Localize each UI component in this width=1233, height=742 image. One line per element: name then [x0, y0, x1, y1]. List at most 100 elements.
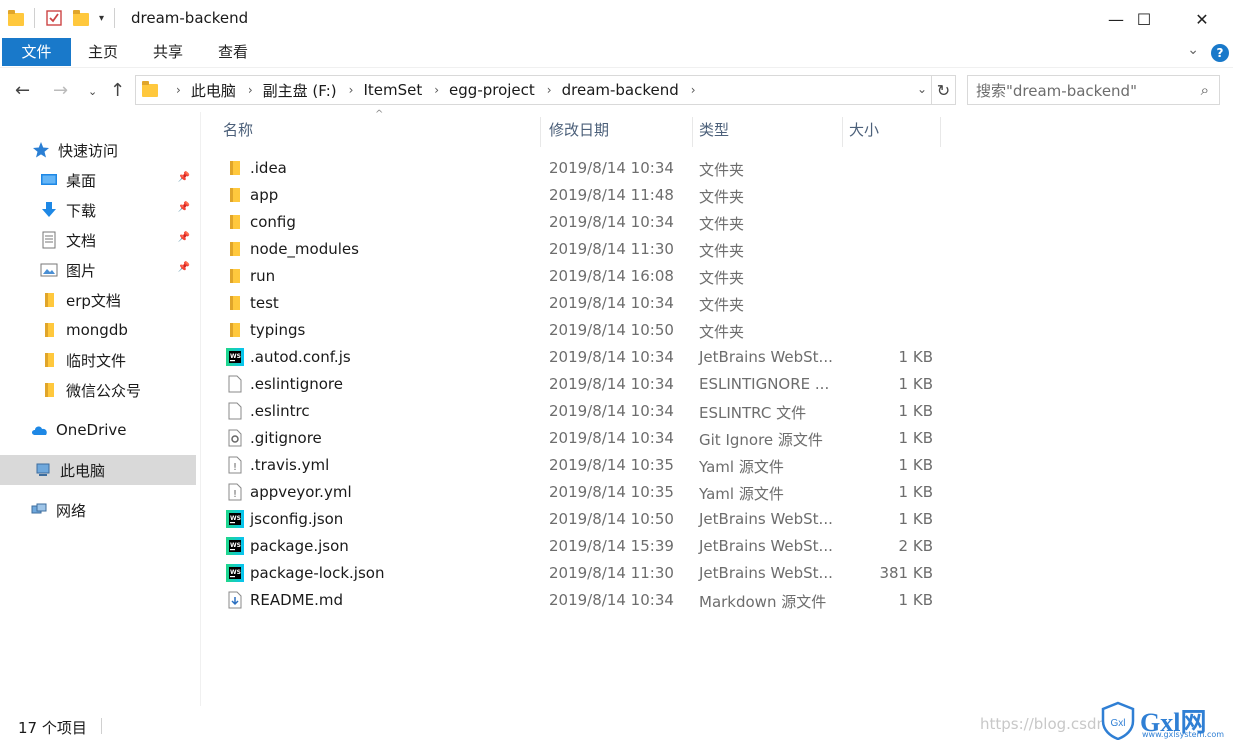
file-size: 381 KB — [879, 564, 933, 582]
back-arrow-icon[interactable]: ← — [15, 80, 30, 101]
file-row[interactable]: .idea 2019/8/14 10:34 文件夹 — [221, 155, 1141, 182]
file-type: Markdown 源文件 — [699, 593, 827, 611]
file-row[interactable]: ! appveyor.yml 2019/8/14 10:35 Yaml 源文件 1 KB — [221, 479, 1141, 506]
file-row[interactable]: run 2019/8/14 16:08 文件夹 — [221, 263, 1141, 290]
file-row[interactable]: ! .travis.yml 2019/8/14 10:35 Yaml 源文件 1 KB — [221, 452, 1141, 479]
sidebar-item[interactable]: 下载 📌 — [0, 195, 196, 225]
breadcrumb-chevron-icon[interactable]: › — [176, 83, 181, 97]
tab-home[interactable]: 主页 — [78, 38, 128, 66]
shield-icon: Gxl — [1101, 701, 1135, 740]
file-row[interactable]: WS jsconfig.json 2019/8/14 10:50 JetBrains … — [221, 506, 1141, 533]
svg-text:!: ! — [233, 462, 237, 473]
sidebar-item[interactable]: OneDrive — [0, 415, 196, 445]
divider — [34, 8, 35, 28]
recent-locations-icon[interactable]: ⌄ — [88, 85, 97, 98]
tab-file[interactable]: 文件 — [2, 38, 71, 66]
refresh-button[interactable]: ↻ — [932, 75, 956, 105]
file-row[interactable]: WS .autod.conf.js 2019/8/14 10:34 JetBrains… — [221, 344, 1141, 371]
breadcrumb: › 此电脑 › 副主盘 (F:) › ItemSet › egg-project › dream-… — [164, 80, 706, 101]
qat-dropdown-icon[interactable]: ▾ — [99, 13, 104, 24]
properties-icon[interactable] — [45, 9, 63, 27]
breadcrumb-item[interactable]: egg-project — [449, 81, 535, 99]
file-row[interactable]: .eslintignore 2019/8/14 10:34 ESLINTIGNORE… — [221, 371, 1141, 398]
sidebar-item[interactable]: 临时文件 — [0, 345, 196, 375]
file-date: 2019/8/14 10:34 — [549, 213, 674, 231]
folder-icon — [40, 321, 58, 339]
sidebar-item[interactable]: 文档 📌 — [0, 225, 196, 255]
breadcrumb-item[interactable]: 此电脑 — [191, 80, 236, 101]
file-date: 2019/8/14 10:35 — [549, 483, 674, 501]
file-row[interactable]: test 2019/8/14 10:34 文件夹 — [221, 290, 1141, 317]
sidebar-item[interactable]: 桌面 📌 — [0, 165, 196, 195]
file-row[interactable]: node_modules 2019/8/14 11:30 文件夹 — [221, 236, 1141, 263]
file-date: 2019/8/14 10:34 — [549, 375, 674, 393]
help-icon[interactable]: ? — [1211, 44, 1229, 62]
file-type: 文件夹 — [699, 323, 745, 341]
file-date: 2019/8/14 10:50 — [549, 321, 674, 339]
sidebar-item[interactable]: erp文档 — [0, 285, 196, 315]
breadcrumb-chevron-icon[interactable]: › — [248, 83, 253, 97]
tab-share[interactable]: 共享 — [143, 38, 193, 66]
column-header-name[interactable]: 名称 — [217, 117, 541, 147]
file-row[interactable]: WS package.json 2019/8/14 15:39 JetBrains W… — [221, 533, 1141, 560]
breadcrumb-chevron-icon[interactable]: › — [349, 83, 354, 97]
search-placeholder: 搜索"dream-backend" — [976, 81, 1137, 100]
file-type: 文件夹 — [699, 296, 745, 314]
file-size: 1 KB — [898, 591, 933, 609]
sidebar-item[interactable]: 网络 — [0, 495, 196, 525]
column-header-size[interactable]: 大小 — [843, 117, 941, 147]
file-date: 2019/8/14 16:08 — [549, 267, 674, 285]
network-icon — [30, 501, 48, 519]
breadcrumb-chevron-icon[interactable]: › — [434, 83, 439, 97]
file-row[interactable]: app 2019/8/14 11:48 文件夹 — [221, 182, 1141, 209]
new-folder-icon[interactable] — [73, 10, 89, 26]
file-row[interactable]: config 2019/8/14 10:34 文件夹 — [221, 209, 1141, 236]
pin-icon[interactable]: 📌 — [178, 262, 190, 273]
sidebar-item-label: erp文档 — [66, 291, 121, 310]
file-row[interactable]: typings 2019/8/14 10:50 文件夹 — [221, 317, 1141, 344]
file-date: 2019/8/14 10:34 — [549, 159, 674, 177]
breadcrumb-item[interactable]: 副主盘 (F:) — [263, 80, 337, 101]
divider — [101, 718, 102, 734]
search-input[interactable]: 搜索"dream-backend" ⌕ — [967, 75, 1220, 105]
forward-arrow-icon[interactable]: → — [53, 80, 68, 101]
search-icon: ⌕ — [1200, 81, 1209, 99]
folder-icon — [40, 291, 58, 309]
address-bar[interactable]: › 此电脑 › 副主盘 (F:) › ItemSet › egg-project › dream-… — [135, 75, 932, 105]
address-dropdown-icon[interactable]: ⌄ — [917, 82, 927, 96]
folder-icon — [8, 10, 24, 26]
sidebar-item[interactable]: 图片 📌 — [0, 255, 196, 285]
tab-view[interactable]: 查看 — [208, 38, 258, 66]
folder-icon — [40, 381, 58, 399]
maximize-button[interactable]: ☐ — [1115, 0, 1173, 38]
sidebar-item-label: 临时文件 — [66, 351, 127, 370]
file-date: 2019/8/14 11:30 — [549, 564, 674, 582]
column-header-date[interactable]: 修改日期 — [543, 117, 693, 147]
sidebar-item[interactable]: 此电脑 — [0, 455, 196, 485]
file-size: 1 KB — [898, 483, 933, 501]
pin-icon[interactable]: 📌 — [178, 172, 190, 183]
sidebar-item[interactable]: 快速访问 — [0, 135, 196, 165]
sidebar-item-label: 网络 — [56, 501, 87, 520]
sidebar-item[interactable]: mongdb — [0, 315, 196, 345]
breadcrumb-chevron-icon[interactable]: › — [547, 83, 552, 97]
file-date: 2019/8/14 11:48 — [549, 186, 674, 204]
close-button[interactable]: ✕ — [1173, 0, 1231, 38]
sidebar-item[interactable]: 微信公众号 — [0, 375, 196, 405]
site-logo: Gxl Gxl网 www.gxlsystem.com — [1098, 701, 1228, 742]
file-row[interactable]: .eslintrc 2019/8/14 10:34 ESLINTRC 文件 1 KB — [221, 398, 1141, 425]
file-size: 1 KB — [898, 429, 933, 447]
file-row[interactable]: WS package-lock.json 2019/8/14 11:30 JetBra… — [221, 560, 1141, 587]
breadcrumb-item[interactable]: ItemSet — [363, 81, 422, 99]
column-header-type[interactable]: 类型 — [693, 117, 843, 147]
pin-icon[interactable]: 📌 — [178, 202, 190, 213]
file-row[interactable]: README.md 2019/8/14 10:34 Markdown 源文件 1 KB — [221, 587, 1141, 614]
expand-ribbon-icon[interactable]: ⌄ — [1187, 42, 1199, 58]
sidebar-item-label: 微信公众号 — [66, 381, 142, 400]
up-arrow-icon[interactable]: ↑ — [110, 80, 125, 101]
breadcrumb-item[interactable]: dream-backend — [562, 81, 679, 99]
pin-icon[interactable]: 📌 — [178, 232, 190, 243]
breadcrumb-chevron-icon[interactable]: › — [691, 83, 696, 97]
file-row[interactable]: .gitignore 2019/8/14 10:34 Git Ignore 源文件 1… — [221, 425, 1141, 452]
file-type: JetBrains WebSt... — [699, 564, 833, 582]
